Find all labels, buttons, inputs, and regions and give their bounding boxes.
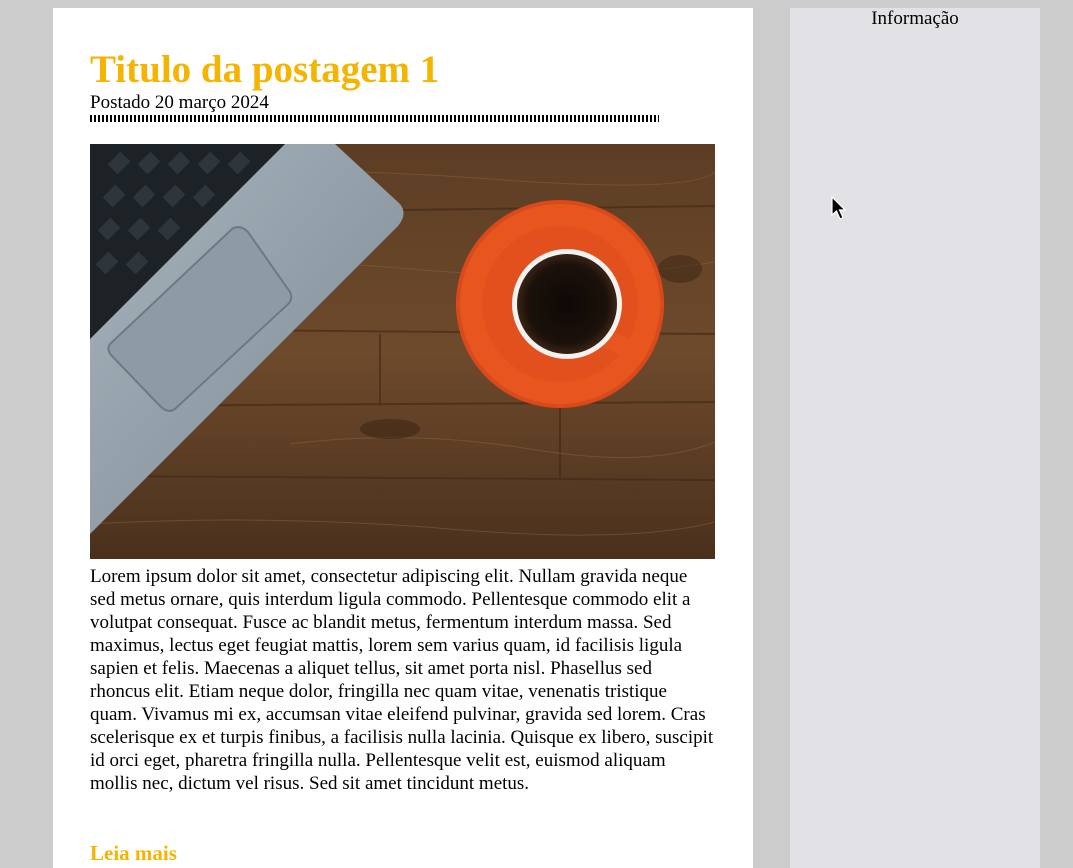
read-more-link[interactable]: Leia mais (90, 841, 177, 865)
post-image (90, 144, 715, 559)
post-title: Titulo da postagem 1 (90, 48, 440, 91)
dotted-divider (90, 115, 659, 122)
post-card: Titulo da postagem 1 Postado 20 março 20… (53, 8, 753, 868)
post-body-text: Lorem ipsum dolor sit amet, consectetur … (90, 566, 714, 794)
sidebar-title: Informação (871, 8, 959, 29)
mouse-pointer-icon (831, 196, 847, 220)
post-date: Postado 20 março 2024 (90, 92, 269, 113)
sidebar: Informação (790, 8, 1040, 868)
